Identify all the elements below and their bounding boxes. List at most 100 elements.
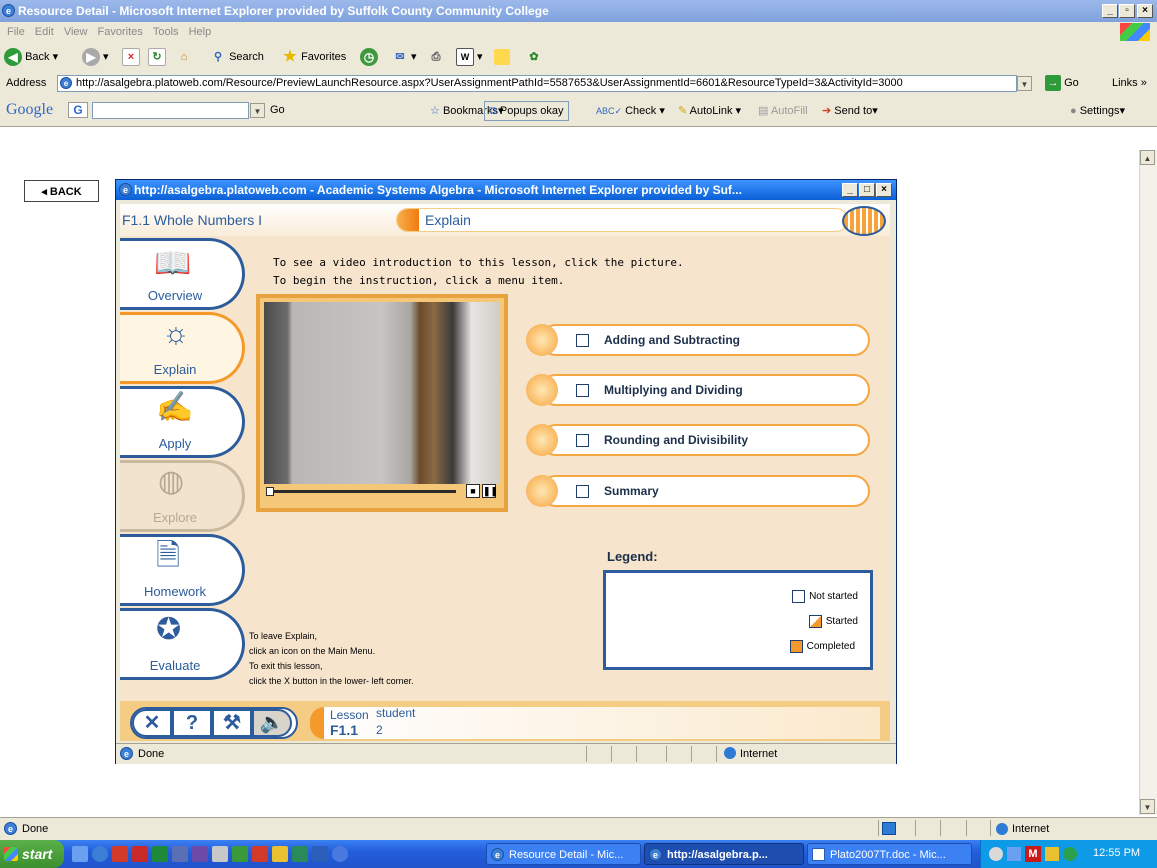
google-g-icon[interactable]: G: [68, 102, 88, 118]
quicklaunch-word-icon[interactable]: [312, 846, 328, 862]
scroll-up-icon[interactable]: ▲: [1140, 150, 1155, 165]
menu-item-rounding[interactable]: Rounding and Divisibility: [526, 424, 870, 456]
nav-overview[interactable]: 📖 Overview: [120, 238, 245, 310]
internet-globe-icon: [724, 747, 736, 759]
google-search-input[interactable]: [92, 102, 249, 119]
quicklaunch-help-icon[interactable]: [332, 846, 348, 862]
home-button[interactable]: ⌂: [176, 48, 192, 66]
autolink-button[interactable]: ✎ AutoLink ▾: [678, 104, 741, 117]
tray-app1-icon[interactable]: [989, 847, 1003, 861]
audio-icon[interactable]: 🔈: [252, 709, 292, 737]
nav-homework[interactable]: 🗎 Homework: [120, 534, 245, 606]
popup-maximize-icon[interactable]: □: [859, 183, 875, 197]
refresh-button[interactable]: ↻: [148, 48, 166, 67]
discuss-button[interactable]: [494, 48, 510, 66]
exit-lesson-icon[interactable]: ✕: [132, 709, 172, 737]
go-button[interactable]: → Go: [1045, 75, 1079, 91]
edit-button[interactable]: W ▾: [456, 48, 483, 67]
window-titlebar[interactable]: e Resource Detail - Microsoft Internet E…: [0, 0, 1157, 22]
pause-video-icon[interactable]: ❚❚: [482, 484, 498, 498]
minimize-icon[interactable]: _: [1102, 4, 1118, 18]
scroll-down-icon[interactable]: ▼: [1140, 799, 1155, 814]
video-progress-track[interactable]: [266, 490, 456, 493]
video-player[interactable]: ■ ❚❚: [256, 294, 508, 512]
google-dropdown-icon[interactable]: ▼: [250, 103, 265, 118]
messenger-button[interactable]: ✿: [526, 48, 542, 66]
tools-icon[interactable]: ⚒: [212, 709, 252, 737]
video-thumbnail[interactable]: [264, 302, 500, 484]
video-progress-thumb[interactable]: [266, 487, 274, 496]
check-button[interactable]: ABC✓ Check ▾: [596, 104, 665, 117]
quicklaunch-ie-icon[interactable]: [92, 846, 108, 862]
nav-apply[interactable]: ✍ Apply: [120, 386, 245, 458]
popup-minimize-icon[interactable]: _: [842, 183, 858, 197]
links-button[interactable]: Links »: [1112, 77, 1147, 89]
quicklaunch-app4-icon[interactable]: [292, 846, 308, 862]
stop-video-icon[interactable]: ■: [466, 484, 480, 498]
popup-close-icon[interactable]: ×: [876, 183, 892, 197]
nav-explain[interactable]: ☼ Explain: [120, 312, 245, 384]
menu-item-summary[interactable]: Summary: [526, 475, 870, 507]
bulb-icon: [526, 475, 558, 507]
menu-item-label: Adding and Subtracting: [604, 333, 740, 347]
nav-evaluate[interactable]: ✪ Evaluate: [120, 608, 245, 680]
google-go-button[interactable]: Go: [270, 104, 285, 116]
forward-button[interactable]: ▶ ▾: [82, 48, 109, 67]
menu-favorites[interactable]: Favorites: [98, 26, 143, 38]
quicklaunch-keyboard-icon[interactable]: [212, 846, 228, 862]
search-button[interactable]: ⚲ Search: [210, 48, 264, 66]
help-icon[interactable]: ?: [172, 709, 212, 737]
address-input[interactable]: e http://asalgebra.platoweb.com/Resource…: [57, 75, 1017, 92]
quicklaunch-desktop-icon[interactable]: [72, 846, 88, 862]
popups-button[interactable]: ⧉ Popups okay: [484, 101, 569, 121]
back-button[interactable]: ◀ Back ▾: [4, 48, 58, 67]
favorites-button[interactable]: ★ Favorites: [282, 48, 346, 66]
menu-help[interactable]: Help: [189, 26, 212, 38]
back-label: Back: [25, 51, 50, 63]
quicklaunch-app3-icon[interactable]: [272, 846, 288, 862]
menu-file[interactable]: File: [7, 26, 25, 38]
address-dropdown-icon[interactable]: ▼: [1017, 76, 1032, 91]
tray-mcafee-icon[interactable]: M: [1025, 846, 1041, 862]
quicklaunch-app2-icon[interactable]: [252, 846, 268, 862]
clock[interactable]: 12:55 PM: [1093, 847, 1140, 859]
restore-icon[interactable]: ▫: [1119, 4, 1135, 18]
task-asalgebra[interactable]: e http://asalgebra.p...: [644, 843, 804, 865]
start-button[interactable]: start: [0, 840, 64, 868]
settings-button[interactable]: ● Settings▾: [1070, 104, 1125, 117]
quicklaunch-ftp-icon[interactable]: [192, 846, 208, 862]
taskbar: start e Resource Detail - Mic... e http://…: [0, 840, 1157, 868]
page-back-button[interactable]: ◂ BACK: [24, 180, 99, 202]
print-button[interactable]: ⎙: [428, 48, 444, 66]
tray-app4-icon[interactable]: [1063, 847, 1077, 861]
history-button[interactable]: ◷: [360, 48, 378, 67]
stop-button[interactable]: ×: [122, 48, 140, 67]
task-word-doc[interactable]: Plato2007Tr.doc - Mic...: [807, 843, 972, 865]
quicklaunch-powerpoint-icon[interactable]: [132, 846, 148, 862]
task-resource-detail[interactable]: e Resource Detail - Mic...: [486, 843, 641, 865]
sendto-button[interactable]: ➔ Send to▾: [822, 104, 878, 117]
tray-app2-icon[interactable]: [1007, 847, 1021, 861]
quicklaunch-calc-icon[interactable]: [172, 846, 188, 862]
mail-button[interactable]: ✉ ▾: [392, 48, 416, 66]
status-checkbox: [576, 485, 589, 498]
popup-blocker-icon[interactable]: [882, 822, 896, 835]
menu-tools[interactable]: Tools: [153, 26, 179, 38]
quicklaunch-app1-icon[interactable]: [232, 846, 248, 862]
popup-titlebar[interactable]: e http://asalgebra.platoweb.com - Academ…: [116, 180, 896, 200]
menu-edit[interactable]: Edit: [35, 26, 54, 38]
lesson-popup-window: e http://asalgebra.platoweb.com - Academ…: [115, 179, 897, 764]
menu-item-multiplying[interactable]: Multiplying and Dividing: [526, 374, 870, 406]
menu-item-adding[interactable]: Adding and Subtracting: [526, 324, 870, 356]
tray-app3-icon[interactable]: [1045, 847, 1059, 861]
quicklaunch-office-icon[interactable]: [112, 846, 128, 862]
close-icon[interactable]: ×: [1137, 4, 1153, 18]
vertical-scrollbar[interactable]: ▲ ▼: [1139, 150, 1157, 815]
quicklaunch-excel-icon[interactable]: [152, 846, 168, 862]
task-ie-icon: e: [649, 848, 662, 861]
menu-view[interactable]: View: [64, 26, 88, 38]
autofill-label: AutoFill: [770, 105, 808, 117]
menu-item-label: Multiplying and Dividing: [604, 383, 743, 397]
autofill-button[interactable]: ▤ AutoFill: [758, 104, 808, 117]
lesson-bottom-bar: ✕ ? ⚒ 🔈 Lesson F1.1 student 2: [120, 701, 890, 741]
